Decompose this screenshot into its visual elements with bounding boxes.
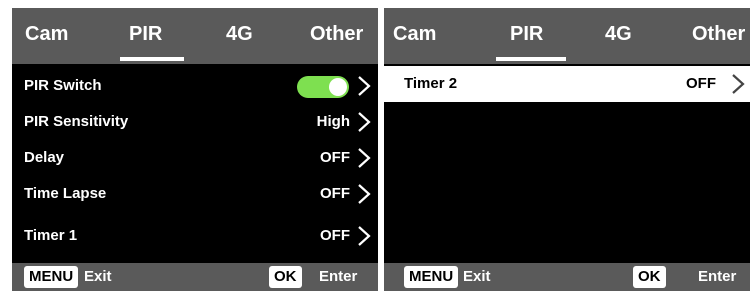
exit-label: Exit (463, 268, 491, 285)
tab-pir[interactable]: PIR (510, 21, 543, 47)
tab-other[interactable]: Other (692, 21, 745, 47)
tab-4g[interactable]: 4G (605, 21, 632, 47)
right-camera-screen: Cam PIR 4G Other Timer 2 OFF MENU Exit O… (384, 8, 750, 291)
row-label: Delay (24, 149, 65, 166)
tab-pir[interactable]: PIR (129, 21, 162, 47)
row-value: OFF (320, 149, 350, 166)
chevron-right-icon (356, 111, 372, 133)
menu-key[interactable]: MENU (404, 266, 459, 288)
chevron-right-icon (356, 75, 372, 97)
menu-row-pir-switch[interactable]: PIR Switch (12, 68, 378, 104)
chevron-right-icon (356, 225, 372, 247)
tab-4g[interactable]: 4G (226, 21, 253, 47)
menu-row-timer-1[interactable]: Timer 1 OFF (12, 218, 378, 254)
footer-bar: MENU Exit OK Enter (12, 263, 378, 291)
row-value: OFF (320, 227, 350, 244)
pir-switch-toggle[interactable] (297, 76, 349, 98)
chevron-right-icon (356, 183, 372, 205)
tab-other[interactable]: Other (310, 21, 363, 47)
tab-bar: Cam PIR 4G Other (12, 8, 378, 64)
active-tab-indicator (120, 57, 184, 61)
footer-bar: MENU Exit OK Enter (384, 263, 750, 291)
chevron-right-icon (356, 147, 372, 169)
row-value: OFF (686, 75, 716, 92)
row-label: Timer 1 (24, 227, 78, 244)
tab-bar: Cam PIR 4G Other (384, 8, 750, 64)
menu-row-timer-2[interactable]: Timer 2 OFF (384, 66, 750, 102)
row-label: PIR Sensitivity (24, 113, 129, 130)
tab-cam[interactable]: Cam (25, 21, 68, 47)
row-value: High (316, 113, 350, 130)
chevron-right-icon (730, 73, 746, 95)
row-value: OFF (320, 185, 350, 202)
enter-label: Enter (698, 268, 737, 285)
tab-cam[interactable]: Cam (393, 21, 436, 47)
row-label: Timer 2 (404, 75, 458, 92)
exit-label: Exit (84, 268, 112, 285)
menu-key[interactable]: MENU (24, 266, 79, 288)
toggle-knob (329, 78, 347, 96)
left-camera-screen: Cam PIR 4G Other PIR Switch PIR Sensitiv… (12, 8, 378, 291)
menu-row-delay[interactable]: Delay OFF (12, 140, 378, 176)
row-label: Time Lapse (24, 185, 107, 202)
ok-key[interactable]: OK (269, 266, 302, 288)
row-label: PIR Switch (24, 77, 102, 94)
enter-label: Enter (319, 268, 358, 285)
ok-key[interactable]: OK (633, 266, 666, 288)
active-tab-indicator (496, 57, 566, 61)
menu-row-pir-sensitivity[interactable]: PIR Sensitivity High (12, 104, 378, 140)
menu-row-time-lapse[interactable]: Time Lapse OFF (12, 176, 378, 212)
